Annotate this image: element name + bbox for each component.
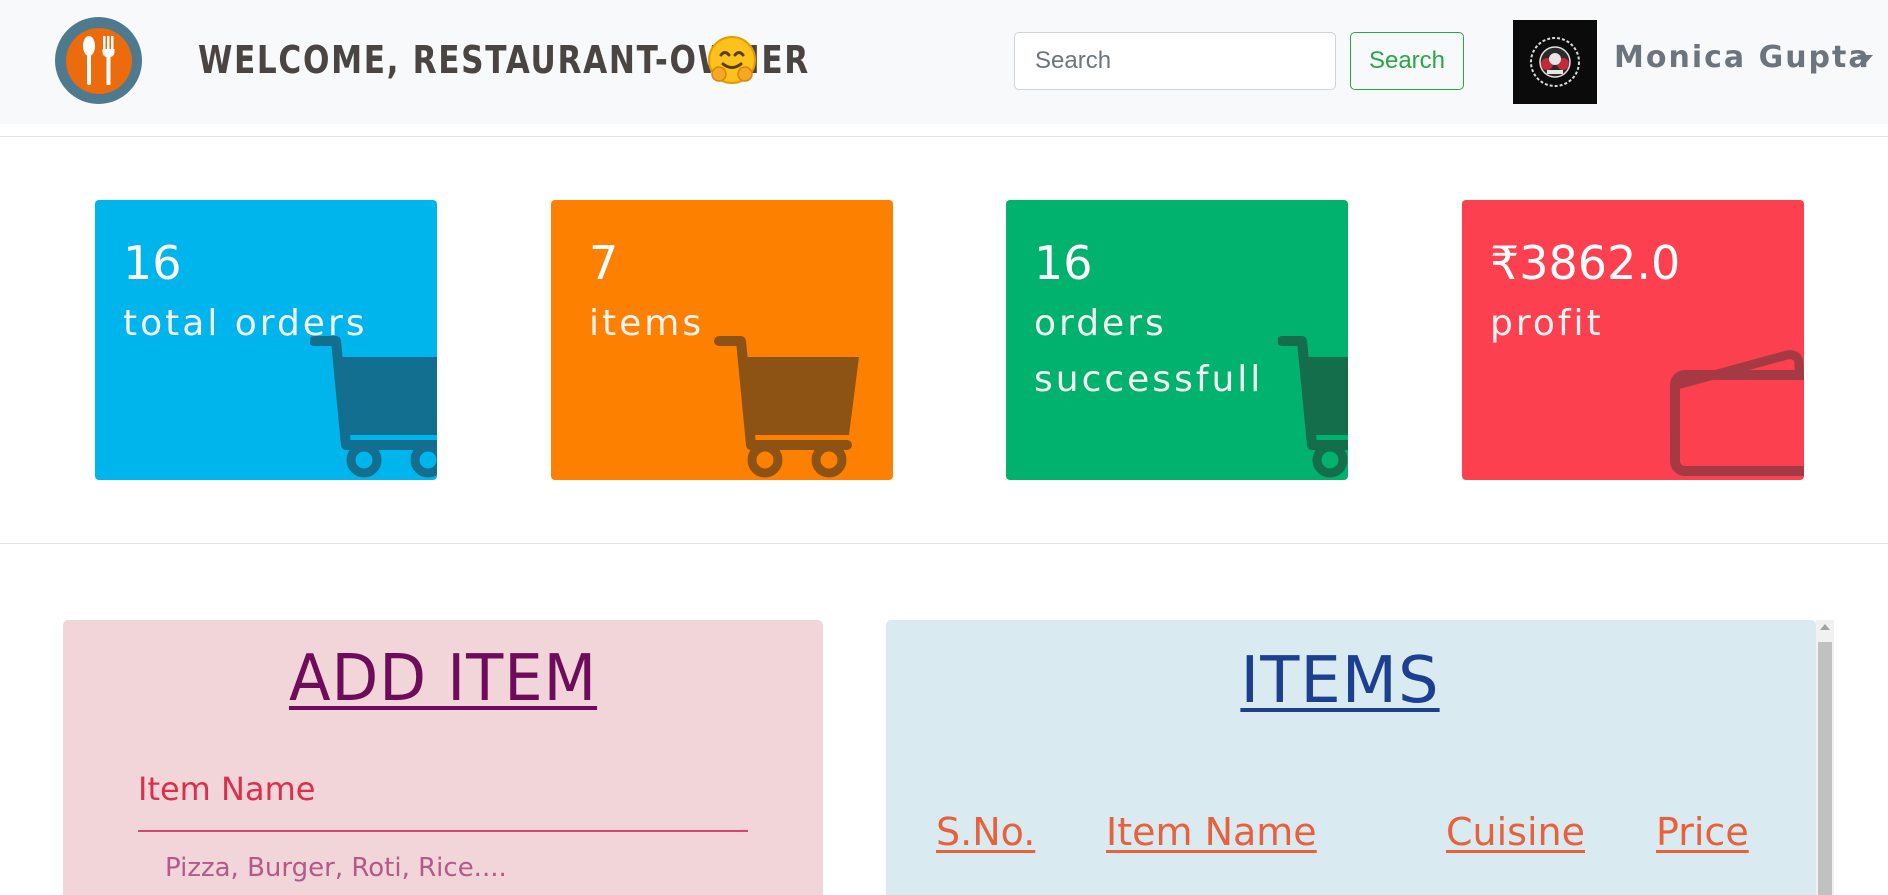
add-item-panel: ADD ITEM Item Name bbox=[63, 620, 823, 895]
shopping-cart-icon bbox=[310, 336, 437, 478]
stat-card-profit: ₹3862.0 profit bbox=[1462, 200, 1804, 480]
column-header-price[interactable]: Price bbox=[1656, 810, 1749, 854]
chevron-down-icon[interactable] bbox=[1857, 55, 1873, 64]
divider bbox=[0, 543, 1888, 544]
stat-value: 16 bbox=[123, 236, 182, 290]
column-header-sno[interactable]: S.No. bbox=[936, 810, 1035, 854]
stat-value: 7 bbox=[589, 236, 619, 290]
column-header-cuisine[interactable]: Cuisine bbox=[1446, 810, 1585, 854]
item-name-label: Item Name bbox=[138, 770, 316, 808]
stat-card-items: 7 items bbox=[551, 200, 893, 480]
field-underline bbox=[138, 830, 748, 832]
shopping-cart-icon bbox=[1278, 336, 1348, 478]
scroll-up-arrow-icon[interactable] bbox=[1820, 624, 1830, 630]
column-header-item-name[interactable]: Item Name bbox=[1106, 810, 1317, 854]
search-button[interactable]: Search bbox=[1350, 32, 1464, 90]
wallet-icon bbox=[1670, 350, 1804, 476]
shopping-cart-icon bbox=[714, 336, 859, 478]
restaurant-logo[interactable] bbox=[55, 17, 142, 104]
items-title: ITEMS bbox=[1240, 644, 1440, 718]
items-scrollbar[interactable] bbox=[1816, 620, 1834, 895]
add-item-title: ADD ITEM bbox=[288, 642, 598, 716]
top-navbar: WELCOME, RESTAURANT-OWNER Search Monica … bbox=[0, 0, 1888, 124]
stat-value: ₹3862.0 bbox=[1490, 236, 1681, 290]
items-panel: ITEMS S.No. Item Name Cuisine Price bbox=[886, 620, 1816, 895]
stat-value: 16 bbox=[1034, 236, 1093, 290]
divider bbox=[0, 136, 1888, 137]
restaurant-badge-icon bbox=[1530, 37, 1580, 87]
user-menu-dropdown[interactable]: Monica Gupta bbox=[1614, 40, 1871, 75]
user-avatar[interactable] bbox=[1513, 20, 1597, 104]
fork-spoon-icon bbox=[65, 27, 132, 94]
stat-card-total-orders: 16 total orders bbox=[95, 200, 437, 480]
stat-card-orders-successful: 16 orders successfull bbox=[1006, 200, 1348, 480]
scrollbar-thumb[interactable] bbox=[1818, 642, 1832, 895]
item-name-input[interactable] bbox=[163, 842, 747, 894]
search-input[interactable] bbox=[1014, 32, 1336, 90]
hugging-face-emoji-icon bbox=[706, 34, 758, 86]
